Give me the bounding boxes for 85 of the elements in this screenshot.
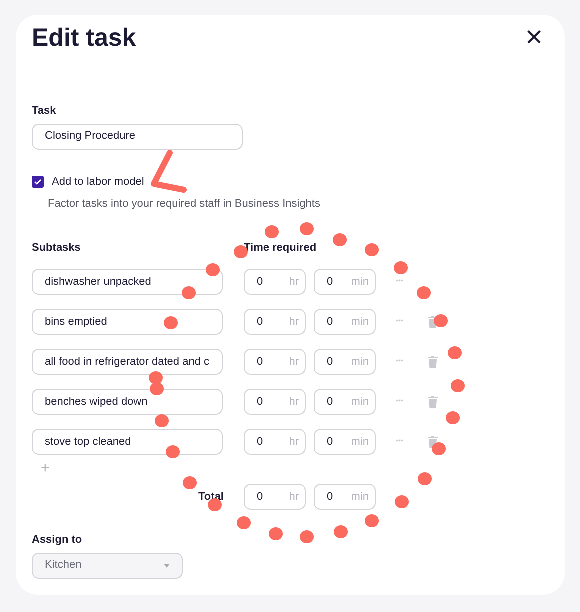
annotation-dot [446, 412, 460, 424]
hours-field[interactable]: 0 hr [244, 349, 306, 375]
field-value: 0 [257, 434, 264, 450]
minutes-field[interactable]: 0 min [314, 389, 376, 415]
field-value: 0 [327, 434, 334, 450]
annotation-dot [149, 372, 163, 384]
annotation-dot [155, 414, 169, 428]
trash-icon[interactable] [428, 356, 438, 368]
unit-label: min [351, 490, 369, 505]
annotation-dot [448, 346, 462, 360]
annotation-dot [300, 530, 314, 544]
annotation-dot [365, 244, 379, 256]
minutes-field[interactable]: 0 min [314, 429, 376, 455]
annotation-dot [418, 472, 432, 486]
unit-label: min [351, 394, 369, 410]
annotation-dot [434, 314, 448, 328]
annotation-dot [208, 498, 222, 512]
annotation-dot [334, 526, 348, 538]
minutes-field[interactable]: 0 min [314, 269, 376, 295]
field-value: 0 [257, 354, 264, 370]
subtask-field[interactable]: all food in refrigerator dated and c [32, 349, 223, 375]
field-value: 0 [257, 394, 264, 410]
hours-field[interactable]: 0 hr [244, 309, 306, 335]
unit-label: min [351, 354, 369, 370]
field-value: 0 [257, 274, 264, 290]
help-text: Factor tasks into your required staff in Business Insights [48, 197, 322, 212]
field-value: 0 [327, 354, 334, 370]
unit-label: hr [289, 314, 299, 330]
annotation-dot [150, 382, 164, 396]
hours-field[interactable]: 0 hr [244, 389, 306, 415]
annotation-dot [394, 262, 408, 274]
hours-field[interactable]: 0 hr [244, 269, 306, 295]
subtask-field[interactable]: stove top cleaned [32, 429, 223, 455]
checkbox-label: Add to labor model [52, 174, 144, 190]
checkbox[interactable] [32, 176, 44, 188]
subtask-field[interactable]: benches wiped down [32, 389, 223, 415]
trash-icon[interactable] [428, 396, 438, 408]
subtask-field[interactable]: bins emptied [32, 309, 223, 335]
total-minutes-field[interactable]: 0 min [314, 484, 376, 510]
annotation-dot [417, 286, 431, 300]
hours-field[interactable]: 0 hr [244, 429, 306, 455]
dialog-title: Edit task [32, 23, 136, 53]
close-button[interactable]: × [519, 23, 549, 53]
unit-label: hr [289, 490, 299, 505]
field-value: 0 [257, 314, 264, 330]
total-hours-field[interactable]: 0 hr [244, 484, 306, 510]
field-label: Task [32, 104, 56, 119]
unit-label: hr [289, 354, 299, 370]
annotation-dot [395, 496, 409, 508]
annotation-dot [166, 446, 180, 458]
annotation-check-mark [151, 150, 187, 193]
unit-label: min [351, 274, 369, 290]
annotation-dot [432, 442, 446, 456]
annotation-dot [182, 286, 196, 300]
field-label: Assign to [32, 533, 82, 548]
annotation-dot [265, 226, 279, 238]
minutes-field[interactable]: 0 min [314, 309, 376, 335]
field-value: 0 [257, 490, 264, 505]
task-name-field[interactable]: Closing Procedure [32, 124, 243, 150]
assign-select[interactable]: Kitchen [32, 552, 183, 578]
caret-icon [164, 564, 170, 568]
check-icon [34, 178, 42, 186]
field-value: 0 [327, 394, 334, 410]
annotation-dot [300, 222, 314, 236]
column-label: Subtasks [32, 242, 81, 254]
column-label: Time required [244, 240, 317, 256]
annotation-dot [451, 380, 465, 392]
unit-label: hr [289, 274, 299, 290]
subtask-field[interactable]: dishwasher unpacked [32, 269, 223, 295]
unit-label: hr [289, 434, 299, 450]
unit-label: min [351, 314, 369, 330]
annotation-dot [365, 514, 379, 528]
field-value: 0 [327, 314, 334, 330]
select-value: Kitchen [45, 558, 82, 574]
annotation-dot [164, 316, 178, 330]
unit-label: hr [289, 394, 299, 410]
annotation-dot [206, 264, 220, 276]
annotation-dot [183, 476, 197, 490]
annotation-dot [237, 516, 251, 530]
annotation-dot [269, 528, 283, 540]
field-value: 0 [327, 274, 334, 290]
unit-label: min [351, 434, 369, 450]
annotation-dot [333, 234, 347, 246]
field-value: 0 [327, 490, 334, 505]
minutes-field[interactable]: 0 min [314, 349, 376, 375]
